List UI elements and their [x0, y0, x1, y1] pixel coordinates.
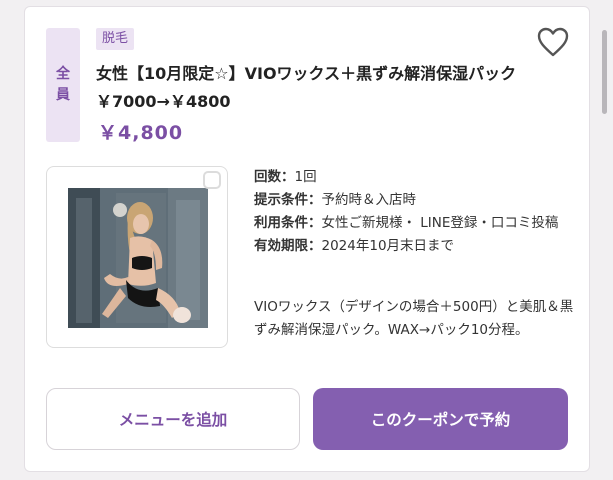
category-tag: 脱毛 — [96, 28, 135, 50]
coupon-price: ￥4,800 — [98, 122, 184, 144]
detail-value: 予約時＆入店時 — [321, 192, 417, 208]
detail-label: 有効期限： — [254, 238, 322, 254]
heart-icon[interactable] — [536, 26, 570, 58]
reserve-coupon-button[interactable]: このクーポンで予約 — [313, 388, 568, 450]
detail-value: 1回 — [294, 169, 317, 185]
target-badge: 全 員 — [46, 28, 80, 142]
detail-value: 2024年10月末日まで — [321, 238, 455, 254]
coupon-title: 女性【10月限定☆】VIOワックス＋黒ずみ解消保湿パック￥7000→￥4800 — [96, 64, 517, 111]
coupon-details: 回数： 1回 提示条件： 予約時＆入店時 利用条件： 女性ご新規様・ LINE登… — [254, 166, 574, 258]
detail-row: 利用条件： 女性ご新規様・ LINE登録・口コミ投稿 — [254, 212, 574, 235]
scrollbar[interactable] — [602, 30, 607, 114]
detail-label: 利用条件： — [254, 215, 322, 231]
detail-row: 有効期限： 2024年10月末日まで — [254, 235, 574, 258]
detail-row: 回数： 1回 — [254, 166, 574, 189]
detail-label: 提示条件： — [254, 192, 322, 208]
target-char-2: 員 — [56, 87, 70, 103]
coupon-description: VIOワックス（デザインの場合＋500円）と美肌＆黒ずみ解消保湿パック。WAX→… — [254, 299, 574, 338]
photo-expand-icon — [203, 171, 221, 189]
coupon-photo[interactable] — [68, 188, 208, 328]
detail-row: 提示条件： 予約時＆入店時 — [254, 189, 574, 212]
detail-label: 回数： — [254, 169, 295, 185]
detail-value: 女性ご新規様・ LINE登録・口コミ投稿 — [321, 215, 559, 231]
add-menu-button[interactable]: メニューを追加 — [46, 388, 300, 450]
target-char-1: 全 — [56, 66, 70, 82]
